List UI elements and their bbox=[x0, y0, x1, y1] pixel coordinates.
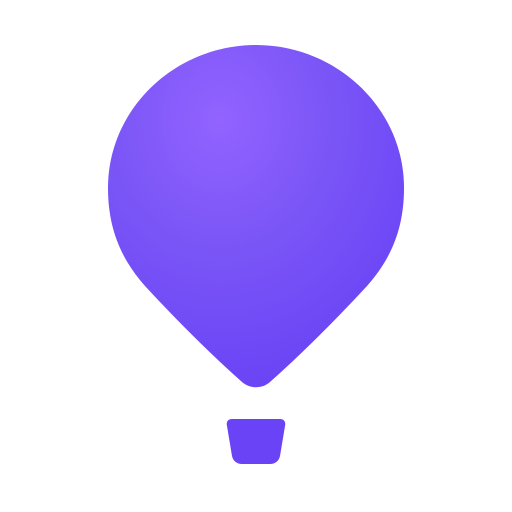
app-icon-canvas bbox=[0, 0, 512, 512]
balloon-basket bbox=[226, 419, 286, 464]
hot-air-balloon-icon bbox=[108, 45, 404, 464]
balloon-envelope bbox=[108, 45, 404, 388]
